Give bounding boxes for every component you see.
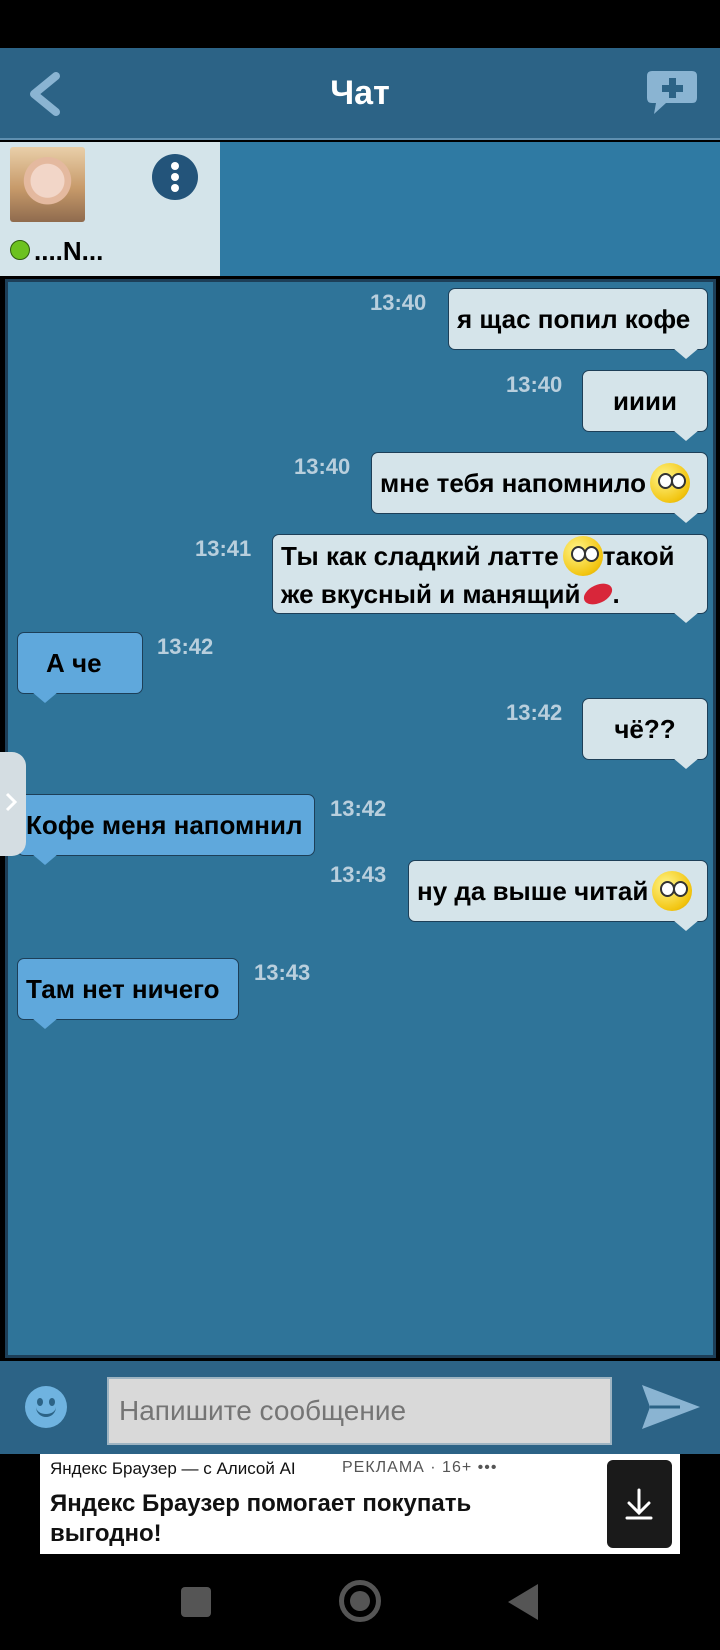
message-bubble-incoming[interactable]: Кофе меня напомнил <box>17 794 315 865</box>
download-button[interactable] <box>607 1460 672 1548</box>
message-bubble-outgoing[interactable]: мне тебя напомнило <box>371 452 708 523</box>
message-bubble-incoming[interactable]: Там нет ничего <box>17 958 239 1029</box>
ad-banner[interactable]: Яндекс Браузер — с Алисой AI РЕКЛАМА · 1… <box>40 1454 680 1554</box>
message-bubble-outgoing[interactable]: ну да выше читай <box>408 860 708 931</box>
message-text-line: . <box>612 579 620 609</box>
message-bubble-incoming[interactable]: А че <box>17 632 143 703</box>
message-bubble-outgoing[interactable]: ииии <box>582 370 708 441</box>
contact-tabs: ....N... <box>0 142 720 276</box>
avatar <box>10 147 85 222</box>
top-app-bar: Чат <box>0 48 720 140</box>
message-bubble-outgoing[interactable]: Ты как сладкий латте такой же вкусный и … <box>272 534 708 623</box>
message-time: 13:43 <box>330 862 387 887</box>
recent-apps-icon[interactable] <box>181 1587 211 1617</box>
download-icon <box>625 1488 653 1520</box>
more-options-icon[interactable] <box>152 154 198 200</box>
flushed-emoji-icon <box>562 536 603 576</box>
status-bar <box>0 0 720 48</box>
back-icon[interactable] <box>508 1584 538 1620</box>
message-text: я щас попил кофе <box>457 303 691 334</box>
message-text: Там нет ничего <box>26 973 220 1004</box>
message-text-line: такой <box>602 541 675 571</box>
message-time: 13:40 <box>370 290 427 315</box>
message-text: ну да выше читай <box>417 875 649 906</box>
message-text: А че <box>46 647 102 678</box>
contact-tab[interactable]: ....N... <box>0 142 220 276</box>
chat-area[interactable]: 13:40 я щас попил кофе 13:40 ииии 13:40 … <box>5 279 716 1358</box>
message-bubble-outgoing[interactable]: чё?? <box>582 698 708 769</box>
message-time: 13:43 <box>254 960 311 985</box>
chevron-right-icon <box>5 792 18 812</box>
message-time: 13:40 <box>294 454 351 479</box>
online-status-icon <box>10 240 30 260</box>
ad-source: Яндекс Браузер — с Алисой AI <box>50 1459 296 1478</box>
message-time: 13:40 <box>506 372 563 397</box>
message-text-line: Ты как сладкий латте <box>281 541 559 571</box>
system-navigation-bar <box>0 1554 720 1650</box>
message-time: 13:42 <box>157 634 214 659</box>
message-time: 13:41 <box>195 536 252 561</box>
unamused-emoji-icon <box>652 871 693 911</box>
page-title: Чат <box>330 74 390 112</box>
side-panel-handle[interactable] <box>0 752 26 856</box>
message-bubble-outgoing[interactable]: я щас попил кофе <box>448 288 708 359</box>
message-composer <box>0 1361 720 1454</box>
send-icon[interactable] <box>640 1381 702 1433</box>
ad-headline[interactable]: Яндекс Браузер помогает покупать выгодно… <box>50 1489 550 1549</box>
rolling-eyes-emoji-icon <box>649 463 690 503</box>
message-time: 13:42 <box>506 700 563 725</box>
message-text: мне тебя напомнило <box>380 467 646 498</box>
ad-label[interactable]: РЕКЛАМА · 16+ ••• <box>342 1459 497 1477</box>
message-text-line: же вкусный и манящий <box>281 579 581 609</box>
new-message-icon[interactable] <box>644 68 700 118</box>
message-text: чё?? <box>614 713 676 744</box>
kiss-lips-emoji-icon <box>583 582 613 606</box>
home-icon[interactable] <box>339 1580 381 1622</box>
message-input[interactable] <box>107 1377 612 1445</box>
message-text: Кофе меня напомнил <box>26 809 303 840</box>
message-time: 13:42 <box>330 796 387 821</box>
message-text: ииии <box>613 385 677 416</box>
emoji-picker-icon[interactable] <box>25 1386 67 1428</box>
contact-name: ....N... <box>34 236 104 266</box>
